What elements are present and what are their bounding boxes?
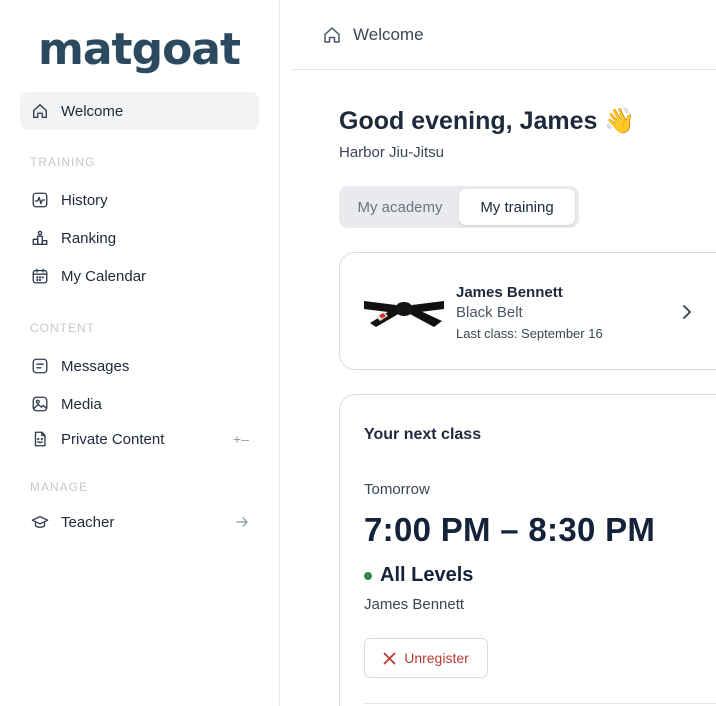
sidebar-item-label: My Calendar [61,267,147,285]
sidebar-item-welcome[interactable]: Welcome [20,92,259,130]
member-rank: Black Belt [456,304,523,321]
divider [364,703,716,704]
sidebar-item-label: Ranking [61,229,117,247]
class-time: 7:00 PM – 8:30 PM [364,511,656,548]
tab-my-training[interactable]: My training [459,189,575,225]
logo-text: matgoat [38,24,241,75]
profile-card[interactable]: James Bennett Black Belt Last class: Sep… [339,252,716,370]
sidebar-item-label: History [61,191,108,209]
podium-icon [30,228,50,248]
status-dot [364,571,372,580]
next-class-card: Your next class Tomorrow 7:00 PM – 8:30 … [339,394,716,706]
top-bar: Welcome [292,0,716,70]
chevron-right-icon [680,304,694,320]
graduation-cap-icon [30,512,50,532]
section-title-manage: MANAGE [30,480,89,494]
black-belt-icon [364,293,444,329]
sidebar-item-label: Welcome [61,102,124,120]
sidebar-item-ranking[interactable]: Ranking [20,219,259,257]
sidebar-item-label: Media [61,395,102,413]
section-title-training: TRAINING [30,155,96,169]
breadcrumb: Welcome [353,25,424,44]
sidebar-item-label: Private Content [61,430,165,448]
image-icon [30,394,50,414]
next-class-title: Your next class [364,426,482,443]
unregister-button[interactable]: Unregister [364,638,488,678]
sidebar: matgoat Welcome TRAINING History Ranking… [0,0,280,706]
sidebar-item-messages[interactable]: Messages [20,347,259,385]
last-class: Last class: September 16 [456,326,603,341]
sidebar-item-private-content[interactable]: Private Content +– [20,420,259,458]
private-content-icon [30,429,50,449]
close-icon [383,652,396,664]
sidebar-item-media[interactable]: Media [20,385,259,423]
section-title-content: CONTENT [30,321,95,335]
sidebar-item-my-calendar[interactable]: My Calendar [20,257,259,295]
calendar-icon [30,266,50,286]
unregister-label: Unregister [404,650,469,666]
tab-my-academy[interactable]: My academy [342,189,458,225]
member-name: James Bennett [456,284,563,301]
activity-chart-icon [30,190,50,210]
arrow-right-icon [235,515,249,529]
sidebar-item-teacher[interactable]: Teacher [20,503,259,541]
class-day: Tomorrow [364,481,430,498]
view-segmented-control: My academy My training [339,186,579,228]
expand-collapse-toggle[interactable]: +– [233,431,249,447]
home-icon[interactable] [322,25,342,45]
sidebar-item-label: Messages [61,357,130,375]
class-level-label: All Levels [380,564,474,586]
message-icon [30,356,50,376]
app-logo[interactable]: matgoat [38,24,241,75]
class-instructor: James Bennett [364,596,465,613]
home-icon [30,101,50,121]
class-level: All Levels [364,564,473,587]
sidebar-item-history[interactable]: History [20,181,259,219]
sidebar-item-label: Teacher [61,513,115,531]
academy-name: Harbor Jiu-Jitsu [339,144,445,161]
page-title: Good evening, James 👋 [339,107,636,135]
